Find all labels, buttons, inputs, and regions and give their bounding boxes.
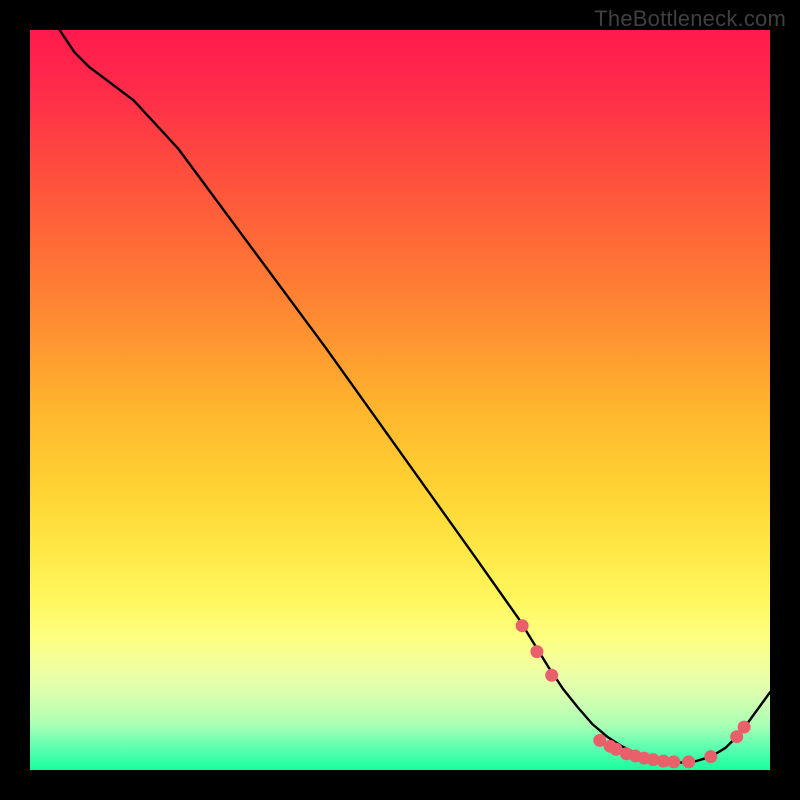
watermark-text: TheBottleneck.com — [594, 6, 786, 32]
marker-dot — [704, 750, 717, 763]
marker-dot — [545, 669, 558, 682]
marker-dot — [530, 645, 543, 658]
markers-group — [516, 619, 751, 768]
chart-svg — [30, 30, 770, 770]
marker-dot — [682, 755, 695, 768]
marker-dot — [516, 619, 529, 632]
marker-dot — [667, 755, 680, 768]
marker-dot — [738, 721, 751, 734]
plot-area — [30, 30, 770, 770]
curve-line — [60, 30, 770, 763]
